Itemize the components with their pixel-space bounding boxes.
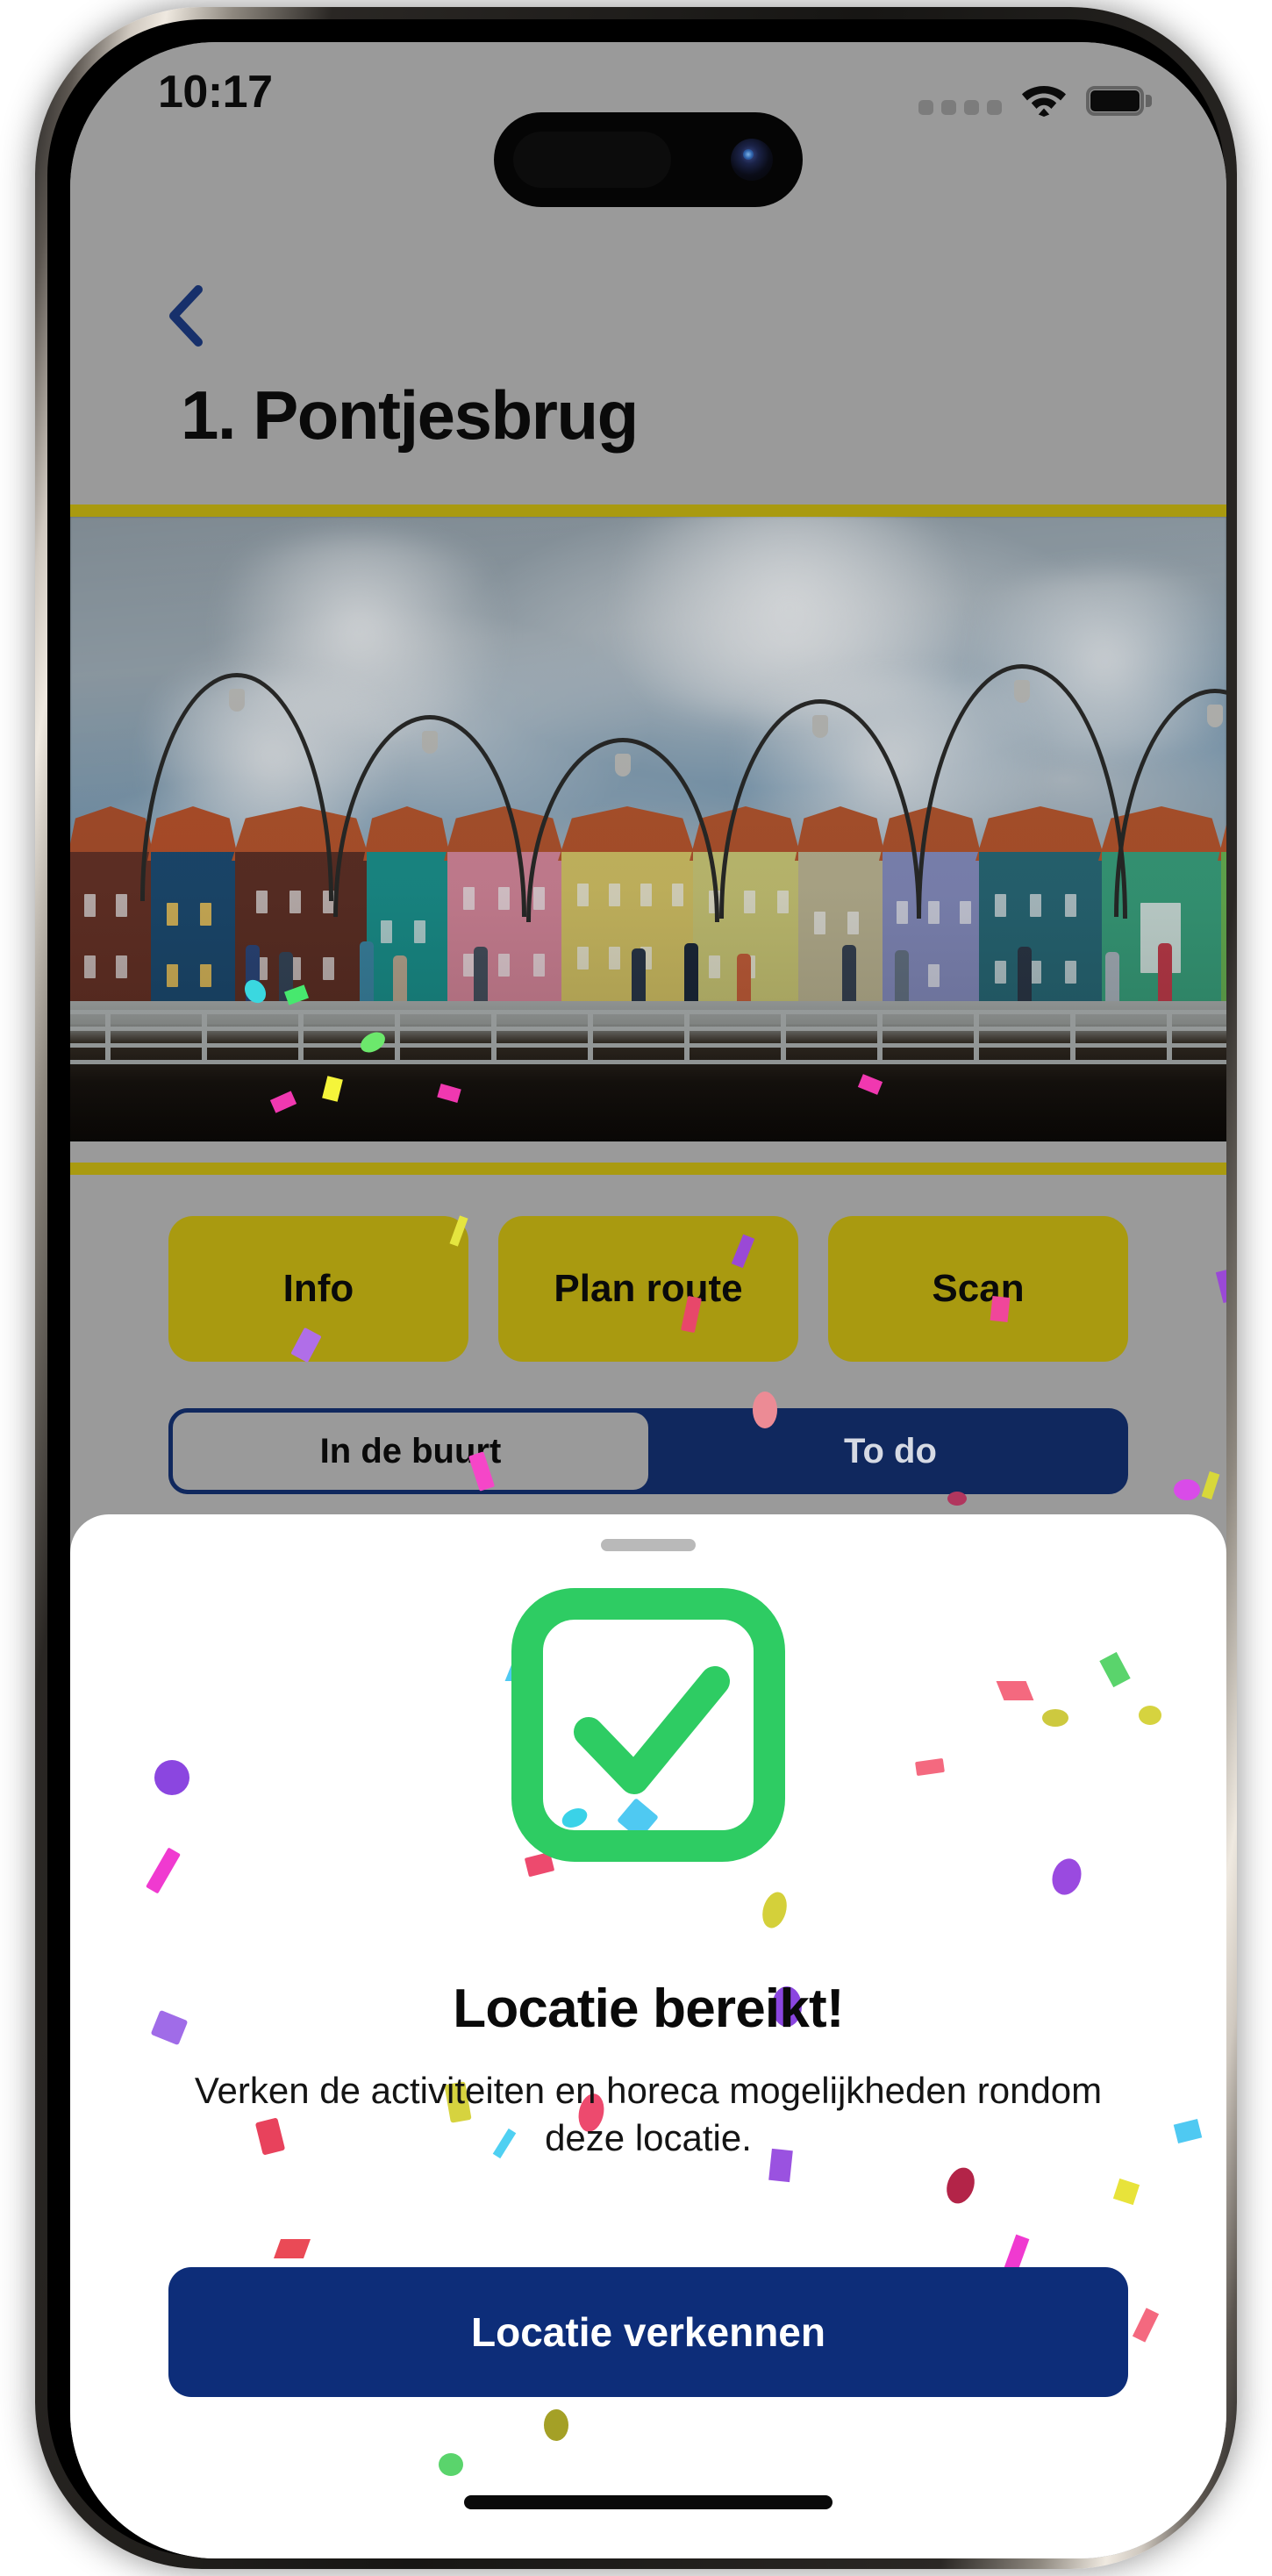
app-root: 10:17 1. Pontjesbrug Info Plan route Sca… (70, 42, 1226, 2558)
divider-bottom (70, 1163, 1226, 1175)
segment-in-de-buurt[interactable]: In de buurt (168, 1408, 653, 1494)
phone-frame: 10:17 1. Pontjesbrug Info Plan route Sca… (35, 7, 1237, 2569)
segmented-control[interactable]: In de buurt To do (168, 1408, 1128, 1494)
hero-photo (70, 517, 1226, 1141)
confetti-piece (1139, 1706, 1161, 1725)
info-button[interactable]: Info (168, 1216, 468, 1362)
wifi-icon (1022, 86, 1066, 117)
battery-full-icon (1086, 86, 1152, 116)
page-title: 1. Pontjesbrug (181, 376, 639, 454)
confetti-piece (146, 1847, 181, 1894)
scan-button[interactable]: Scan (828, 1216, 1128, 1362)
confetti-piece (1099, 1651, 1131, 1688)
confetti-piece (1173, 2118, 1203, 2144)
action-button-row: Info Plan route Scan (70, 1216, 1226, 1362)
chevron-left-icon (169, 285, 203, 347)
sheet-heading: Locatie bereikt! (453, 1979, 844, 2039)
locatie-verkennen-button[interactable]: Locatie verkennen (168, 2267, 1128, 2397)
confetti-piece (1042, 1709, 1068, 1727)
home-indicator[interactable] (464, 2495, 833, 2509)
status-bar-indicators (918, 79, 1152, 118)
back-button[interactable] (154, 281, 218, 351)
confetti-piece (544, 2409, 568, 2441)
sheet-subtitle: Verken de activiteiten en horeca mogelij… (194, 2070, 1103, 2158)
dynamic-island[interactable] (494, 112, 803, 207)
confetti-piece (758, 1889, 791, 1931)
confetti-piece (1201, 1470, 1220, 1500)
segment-to-do[interactable]: To do (653, 1408, 1128, 1494)
confetti-piece (1112, 2178, 1140, 2206)
confetti-piece (273, 2239, 311, 2258)
front-camera-icon (731, 139, 773, 181)
phone-screen: 10:17 1. Pontjesbrug Info Plan route Sca… (70, 42, 1226, 2558)
confetti-piece (941, 2164, 980, 2207)
checkmark-square-icon (511, 1588, 785, 1862)
confetti-piece (1132, 2308, 1160, 2343)
confetti-piece (1047, 1855, 1086, 1899)
plan-route-button[interactable]: Plan route (498, 1216, 798, 1362)
confetti-piece (996, 1681, 1034, 1700)
sheet-grabber[interactable] (601, 1539, 696, 1551)
confetti-piece (1174, 1479, 1200, 1500)
photo-overlay (70, 517, 1226, 1141)
confetti-piece (439, 2453, 463, 2476)
cellular-dots-icon (918, 99, 1002, 115)
phone-bezel: 10:17 1. Pontjesbrug Info Plan route Sca… (47, 19, 1226, 2558)
divider-top (70, 504, 1226, 517)
bottom-sheet: Locatie bereikt! Verken de activiteiten … (70, 1514, 1226, 2558)
island-pill (513, 132, 671, 188)
status-bar-time: 10:17 (158, 67, 273, 118)
confetti-piece (154, 1760, 189, 1795)
confetti-piece (915, 1757, 945, 1777)
